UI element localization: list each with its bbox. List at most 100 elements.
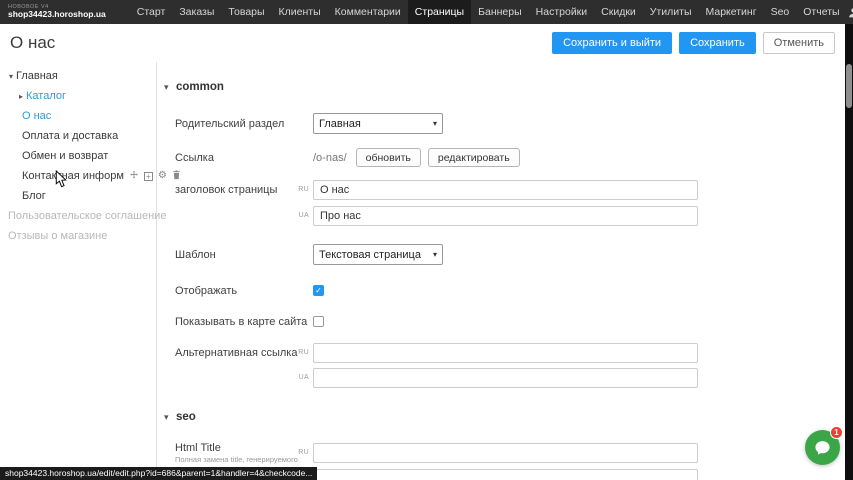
field-note: Полная замена title, генерируемого — [175, 455, 310, 464]
display-row: Отображать ✓ — [175, 280, 324, 301]
html-title-ru-input[interactable] — [313, 443, 698, 463]
logo[interactable]: НОВОВОЕ V4 shop34423.horoshop.ua — [0, 2, 116, 21]
page-title-ua-input[interactable] — [313, 206, 698, 226]
tree-item-label: Отзывы о магазине — [6, 230, 107, 242]
field-label: заголовок страницы — [175, 184, 296, 196]
template-select[interactable]: Текстовая страница ▾ — [313, 244, 443, 265]
scrollbar-track — [845, 24, 853, 480]
tree-item-label: О нас — [22, 110, 51, 122]
tree-item-label: Пользовательское соглашение — [6, 210, 166, 222]
lang-tag-ua: UA — [296, 374, 313, 381]
tree-item-contact-info[interactable]: Контактная информ + ⚙ — [0, 166, 156, 186]
nav-item-banners[interactable]: Баннеры — [471, 0, 529, 24]
nav-item-start[interactable]: Старт — [130, 0, 173, 24]
nav-item-clients[interactable]: Клиенты — [272, 0, 328, 24]
refresh-link-button[interactable]: обновить — [356, 148, 421, 167]
nav-item-pages[interactable]: Страницы — [408, 0, 471, 24]
field-label: Отображать — [175, 285, 296, 297]
page-title-ru-row: заголовок страницы RU — [175, 179, 698, 200]
tree-item-label: Каталог — [26, 90, 66, 102]
chevron-down-icon: ▾ — [164, 82, 176, 93]
user-icon[interactable] — [847, 5, 853, 19]
tree-item-blog[interactable]: Блог — [0, 186, 156, 206]
main-nav: Старт Заказы Товары Клиенты Комментарии … — [130, 0, 847, 24]
tree-item-user-agreement[interactable]: Пользовательское соглашение — [0, 206, 156, 226]
page-title-ua-row: UA — [175, 205, 698, 226]
page-header: О нас Сохранить и выйти Сохранить Отмени… — [0, 24, 845, 62]
chevron-right-icon[interactable]: ▸ — [16, 92, 26, 101]
edit-link-button[interactable]: редактировать — [428, 148, 520, 167]
tree-item-about[interactable]: О нас — [0, 106, 156, 126]
status-url: shop34423.horoshop.ua/edit/edit.php?id=6… — [0, 467, 317, 480]
chevron-down-icon: ▾ — [164, 412, 176, 423]
alt-link-ru-input[interactable] — [313, 343, 698, 363]
parent-section-select[interactable]: Главная ▾ — [313, 113, 443, 134]
lang-tag-ru: RU — [296, 349, 313, 356]
nav-item-orders[interactable]: Заказы — [172, 0, 221, 24]
link-row: Ссылка /o-nas/ обновить редактировать — [175, 147, 527, 168]
nav-item-utilities[interactable]: Утилиты — [643, 0, 699, 24]
tree-item-store-reviews[interactable]: Отзывы о магазине — [0, 226, 156, 246]
field-label: Альтернативная ссылка — [175, 347, 296, 359]
move-icon[interactable] — [129, 170, 139, 183]
lang-tag-ru: RU — [296, 449, 313, 456]
field-label: Html Title — [175, 442, 296, 454]
tree-item-home[interactable]: ▾ Главная — [0, 66, 156, 86]
alt-link-ru-row: Альтернативная ссылка RU — [175, 342, 698, 363]
tree-item-actions: + ⚙ — [129, 170, 181, 183]
sitemap-checkbox[interactable] — [313, 316, 324, 327]
chevron-down-icon[interactable]: ▾ — [6, 72, 16, 81]
select-value: Главная — [319, 118, 361, 130]
save-and-exit-button[interactable]: Сохранить и выйти — [552, 32, 672, 54]
scrollbar[interactable] — [846, 64, 852, 108]
link-value: /o-nas/ — [313, 152, 347, 164]
trash-icon[interactable] — [172, 170, 181, 183]
tree-item-catalog[interactable]: ▸ Каталог — [0, 86, 156, 106]
chat-icon — [814, 439, 831, 456]
display-checkbox[interactable]: ✓ — [313, 285, 324, 296]
template-row: Шаблон Текстовая страница ▾ — [175, 244, 443, 265]
tree-item-label: Главная — [16, 70, 58, 82]
nav-item-comments[interactable]: Комментарии — [328, 0, 408, 24]
lang-tag-ru: RU — [296, 186, 313, 193]
page-title-ru-input[interactable] — [313, 180, 698, 200]
section-label: common — [176, 81, 224, 93]
tree-item-payment-delivery[interactable]: Оплата и доставка — [0, 126, 156, 146]
logo-domain: shop34423.horoshop.ua — [8, 10, 106, 19]
edit-form: ▾ common Родительский раздел Главная ▾ С… — [158, 62, 845, 480]
topbar: НОВОВОЕ V4 shop34423.horoshop.ua Старт З… — [0, 0, 853, 24]
tree-item-exchange-return[interactable]: Обмен и возврат — [0, 146, 156, 166]
topbar-right — [847, 5, 853, 19]
field-label: Показывать в карте сайта — [175, 316, 296, 328]
nav-item-marketing[interactable]: Маркетинг — [699, 0, 764, 24]
nav-item-reports[interactable]: Отчеты — [796, 0, 846, 24]
pages-tree: ▾ Главная ▸ Каталог О нас Оплата и доста… — [0, 62, 157, 468]
common-section-header[interactable]: ▾ common — [164, 79, 224, 95]
sitemap-row: Показывать в карте сайта — [175, 311, 324, 332]
add-icon[interactable]: + — [144, 172, 153, 181]
tree-item-label: Оплата и доставка — [22, 130, 118, 142]
html-title-ru-row: Html Title Полная замена title, генериру… — [175, 442, 698, 463]
save-button[interactable]: Сохранить — [679, 32, 756, 54]
nav-item-settings[interactable]: Настройки — [529, 0, 595, 24]
tree-item-label: Обмен и возврат — [22, 150, 108, 162]
header-buttons: Сохранить и выйти Сохранить Отменить — [552, 32, 835, 54]
nav-item-discounts[interactable]: Скидки — [594, 0, 643, 24]
field-label: Родительский раздел — [175, 118, 296, 130]
chevron-down-icon: ▾ — [433, 119, 437, 128]
section-label: seo — [176, 411, 196, 423]
alt-link-ua-input[interactable] — [313, 368, 698, 388]
cancel-button[interactable]: Отменить — [763, 32, 835, 54]
nav-item-seo[interactable]: Seo — [764, 0, 797, 24]
alt-link-ua-row: UA — [175, 367, 698, 388]
app-window: НОВОВОЕ V4 shop34423.horoshop.ua Старт З… — [0, 0, 853, 480]
chat-button[interactable]: 1 — [805, 430, 840, 465]
nav-item-products[interactable]: Товары — [221, 0, 271, 24]
html-title-ua-input[interactable] — [313, 469, 698, 480]
seo-section-header[interactable]: ▾ seo — [164, 409, 196, 425]
field-label: Шаблон — [175, 249, 296, 261]
chevron-down-icon: ▾ — [433, 250, 437, 259]
gear-icon[interactable]: ⚙ — [158, 171, 167, 181]
parent-section-row: Родительский раздел Главная ▾ — [175, 113, 443, 134]
field-label: Ссылка — [175, 152, 296, 164]
